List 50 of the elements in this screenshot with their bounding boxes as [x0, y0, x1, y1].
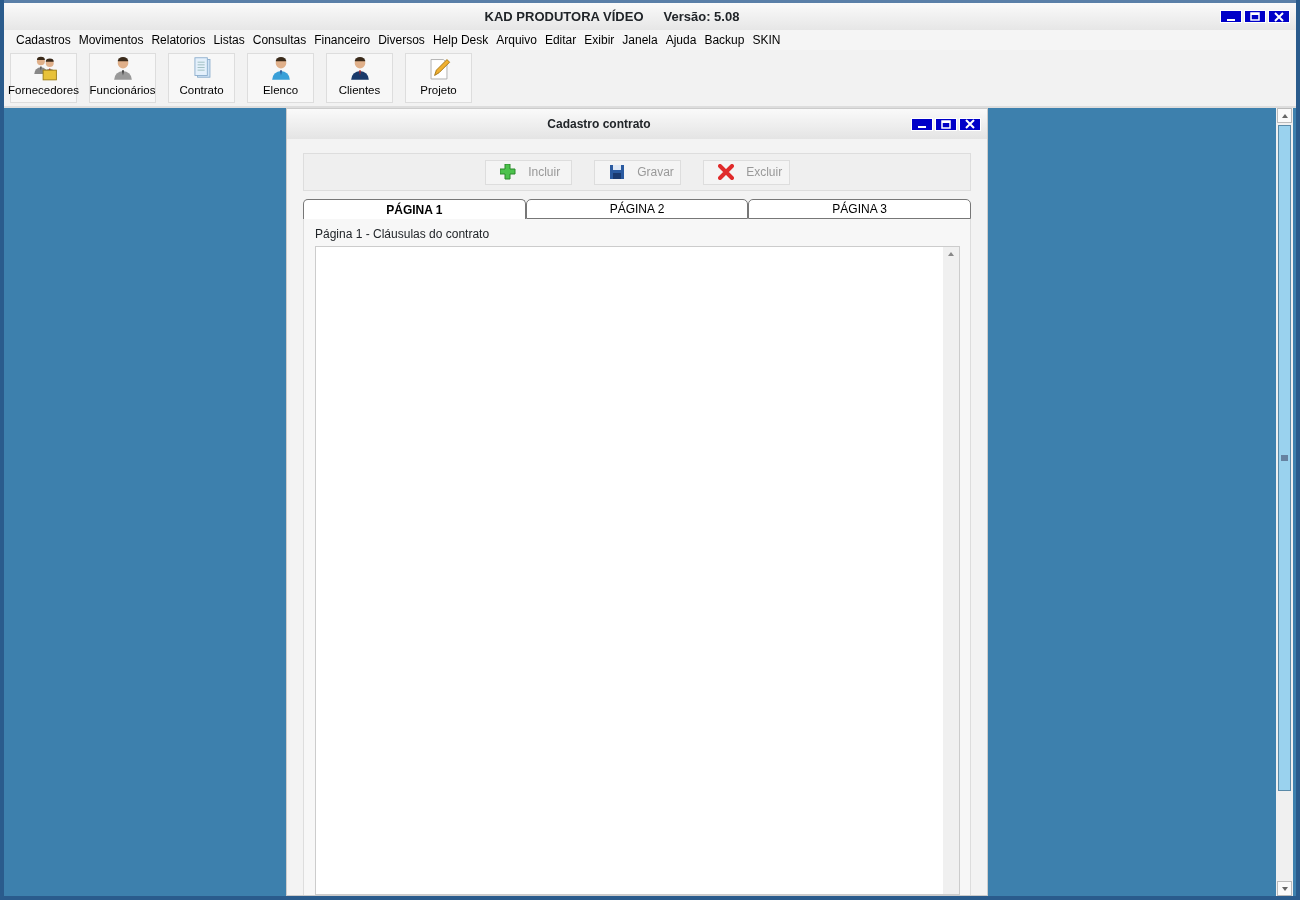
plus-icon — [499, 164, 516, 180]
menu-item[interactable]: Diversos — [374, 31, 429, 49]
tab[interactable]: PÁGINA 1 — [303, 199, 526, 219]
up-arrow-icon — [947, 251, 955, 257]
maximize-button[interactable] — [1244, 10, 1266, 23]
scroll-down-button[interactable] — [1277, 881, 1292, 896]
scrollbar[interactable] — [943, 247, 959, 894]
menu-item[interactable]: Help Desk — [428, 31, 493, 49]
menu-item[interactable]: Janela — [618, 31, 662, 49]
down-arrow-icon — [1280, 885, 1289, 892]
grip-icon — [1281, 455, 1288, 461]
maximize-icon — [941, 119, 951, 129]
menu-item[interactable]: Exibir — [580, 31, 619, 49]
menu-item[interactable]: Ajuda — [661, 31, 701, 49]
toolbar-button[interactable]: Elenco — [247, 53, 314, 103]
close-button[interactable] — [1268, 10, 1290, 23]
close-icon — [965, 119, 975, 129]
x-icon — [717, 164, 734, 180]
maximize-icon — [1250, 12, 1260, 21]
minimize-button[interactable] — [1220, 10, 1242, 23]
section-label: Página 1 - Cláusulas do contrato — [315, 226, 491, 243]
minimize-button[interactable] — [911, 117, 933, 131]
tab[interactable]: PÁGINA 2 — [525, 199, 749, 219]
menu-item[interactable]: Cadastros — [12, 31, 75, 49]
menu-item[interactable]: Backup — [700, 31, 749, 49]
close-button[interactable] — [959, 117, 981, 131]
menu-item[interactable]: Relatorios — [147, 31, 210, 49]
menu-item[interactable]: Editar — [540, 31, 581, 49]
toolbar-button[interactable]: Projeto — [405, 53, 472, 103]
menu-item[interactable]: Movimentos — [74, 31, 148, 49]
tab[interactable]: PÁGINA 3 — [748, 199, 971, 219]
scroll-thumb[interactable] — [1278, 125, 1291, 791]
menu-item[interactable]: Listas — [209, 31, 249, 49]
version-label: Versão: 5.08 — [663, 8, 740, 24]
up-arrow-icon — [1280, 112, 1289, 119]
menu-item[interactable]: Consultas — [248, 31, 311, 49]
child-window-title: Cadastro contrato — [547, 117, 651, 131]
scroll-up-button[interactable] — [1277, 108, 1292, 123]
close-icon — [1274, 11, 1284, 22]
app-title: KAD PRODUTORA VÍDEO — [484, 8, 644, 24]
menu-item[interactable]: Arquivo — [492, 31, 541, 49]
toolbar-button[interactable]: Fornecedores — [10, 53, 77, 103]
minimize-icon — [918, 126, 926, 128]
menu-item[interactable]: SKIN — [748, 31, 785, 49]
menu-item[interactable]: Financeiro — [310, 31, 375, 49]
minimize-icon — [1227, 18, 1235, 21]
toolbar-button[interactable]: Contrato — [168, 53, 235, 103]
toolbar-button[interactable]: Funcionários — [89, 53, 156, 103]
maximize-button[interactable] — [935, 117, 957, 131]
toolbar-button[interactable]: Clientes — [326, 53, 393, 103]
